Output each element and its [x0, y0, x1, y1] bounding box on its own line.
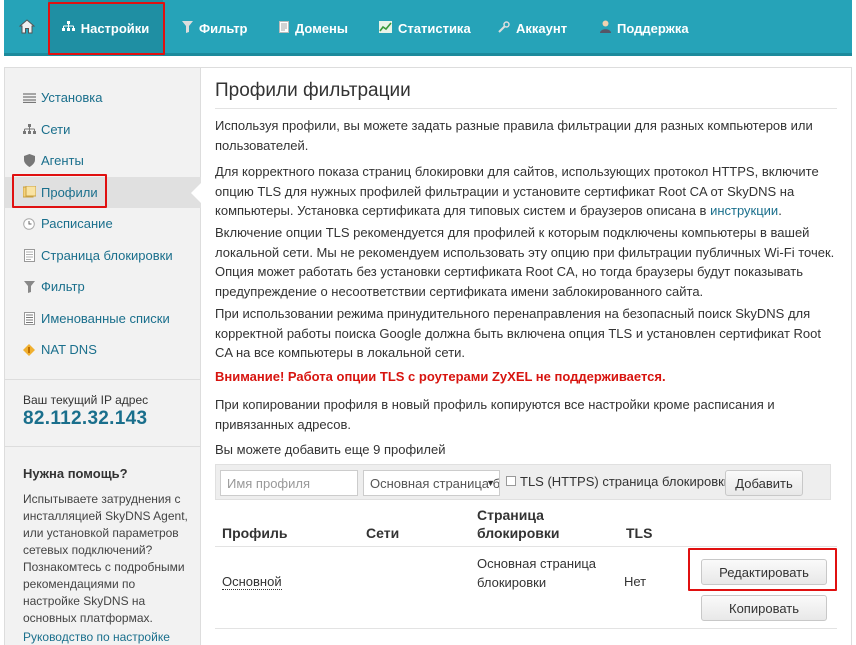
tls-checkbox[interactable]: [506, 476, 516, 486]
title-divider: [215, 108, 837, 109]
tls-checkbox-label: TLS (HTTPS) страница блокировки: [520, 474, 732, 489]
help-guide-link[interactable]: Руководство по настройке: [23, 630, 170, 644]
sidebar-item-networks[interactable]: Сети: [5, 114, 201, 146]
nav-support[interactable]: Поддержка: [600, 0, 689, 56]
nav-filter-label: Фильтр: [199, 20, 248, 36]
home-icon: [18, 19, 36, 37]
https-paragraph-end: .: [778, 203, 782, 218]
table-cell-profile: Основной: [222, 572, 282, 591]
column-header-block-page: Страница блокировки: [477, 507, 560, 541]
nav-filter[interactable]: Фильтр: [182, 0, 248, 56]
nav-domains-label: Домены: [295, 20, 348, 36]
nav-domains[interactable]: Домены: [279, 0, 348, 56]
nav-support-label: Поддержка: [617, 20, 689, 36]
sidebar-item-label: Фильтр: [41, 279, 85, 295]
nav-account-label: Аккаунт: [516, 20, 568, 36]
filter-icon: [182, 20, 193, 36]
user-icon: [600, 20, 611, 36]
table-row-divider: [215, 628, 837, 629]
copy-profile-button[interactable]: Копировать: [701, 595, 827, 621]
column-header-networks: Сети: [366, 525, 400, 541]
safe-search-paragraph: При использовании режима принудительного…: [215, 306, 821, 360]
nav-statistics[interactable]: Статистика: [379, 0, 471, 56]
nav-settings-label: Настройки: [80, 20, 150, 36]
edit-profile-button[interactable]: Редактировать: [701, 559, 827, 585]
block-page-select[interactable]: Основная страница блокировки ▼: [363, 470, 500, 496]
nav-account[interactable]: Аккаунт: [498, 0, 567, 56]
table-cell-block-page: Основная страница блокировки: [477, 556, 597, 590]
tls-paragraph: Включение опции TLS рекомендуется для пр…: [215, 225, 835, 299]
profile-name-input[interactable]: [220, 470, 358, 496]
sidebar-item-label: Сети: [41, 121, 71, 137]
home-button[interactable]: [10, 0, 44, 56]
sidebar-item-label: Именованные списки: [41, 310, 170, 326]
copy-info-paragraph: При копировании профиля в новый профиль …: [215, 397, 775, 432]
sidebar-item-schedule[interactable]: Расписание: [5, 208, 201, 240]
filter-icon: [21, 280, 37, 294]
ip-value: 82.112.32.143: [23, 408, 148, 429]
sidebar-item-agents[interactable]: Агенты: [5, 145, 201, 177]
sidebar-menu: Установка Сети Агенты Профили Расписание: [5, 82, 202, 366]
sidebar-item-label: Агенты: [41, 153, 84, 169]
shield-icon: [21, 154, 37, 168]
sidebar-item-named-lists[interactable]: Именованные списки: [5, 303, 201, 335]
sidebar: Установка Сети Агенты Профили Расписание: [4, 67, 202, 645]
sidebar-item-install[interactable]: Установка: [5, 82, 201, 114]
named-list-icon: [21, 311, 37, 325]
chart-icon: [379, 20, 392, 36]
intro-paragraph: Используя профили, вы можете задать разн…: [215, 118, 813, 153]
wrench-icon: [498, 20, 510, 36]
network-icon: [21, 122, 37, 136]
sidebar-item-filter[interactable]: Фильтр: [5, 271, 201, 303]
sidebar-divider: [5, 446, 201, 447]
table-cell-tls: Нет: [624, 574, 647, 589]
profiles-icon: [21, 185, 37, 199]
instructions-link[interactable]: инструкции: [710, 203, 778, 218]
profiles-remaining: Вы можете добавить еще 9 профилей: [215, 442, 446, 457]
sidebar-divider: [5, 379, 201, 380]
zyxel-warning: Внимание! Работа опции TLS с роутерами Z…: [215, 369, 666, 384]
column-header-tls: TLS: [626, 525, 653, 541]
add-profile-form: Основная страница блокировки ▼ TLS (HTTP…: [215, 464, 831, 500]
top-navigation: Настройки Фильтр Домены Статистика Аккау…: [4, 0, 852, 56]
sidebar-item-label: Расписание: [41, 216, 113, 232]
settings-icon: [61, 21, 75, 35]
document-icon: [279, 20, 289, 36]
sidebar-item-profiles[interactable]: Профили: [5, 176, 202, 208]
column-header-profile: Профиль: [222, 525, 288, 541]
https-paragraph: Для корректного показа страниц блокировк…: [215, 162, 839, 221]
nat-icon: [21, 343, 37, 357]
block-page-icon: [21, 248, 37, 262]
chevron-down-icon: ▼: [486, 478, 495, 488]
help-text: Испытываете затруднения с инсталляцией S…: [23, 492, 188, 625]
sidebar-item-label: Профили: [41, 184, 98, 200]
sidebar-item-label: Установка: [41, 90, 103, 106]
ip-label: Ваш текущий IP адрес: [23, 393, 149, 407]
add-profile-button[interactable]: Добавить: [725, 470, 803, 496]
list-icon: [21, 91, 37, 105]
block-page-select-value: Основная страница блокировки: [370, 475, 500, 491]
help-title: Нужна помощь?: [23, 466, 128, 481]
nav-statistics-label: Статистика: [398, 20, 471, 36]
page-title: Профили фильтрации: [215, 80, 411, 101]
table-header-divider: [215, 546, 837, 547]
profile-link[interactable]: Основной: [222, 574, 282, 590]
nav-settings[interactable]: Настройки: [48, 0, 163, 56]
sidebar-item-label: NAT DNS: [41, 342, 97, 358]
main-content: Профили фильтрации Используя профили, вы…: [201, 67, 852, 645]
sidebar-item-block-page[interactable]: Страница блокировки: [5, 240, 201, 272]
sidebar-item-nat-dns[interactable]: NAT DNS: [5, 334, 201, 366]
clock-icon: [21, 217, 37, 231]
sidebar-item-label: Страница блокировки: [41, 247, 173, 263]
